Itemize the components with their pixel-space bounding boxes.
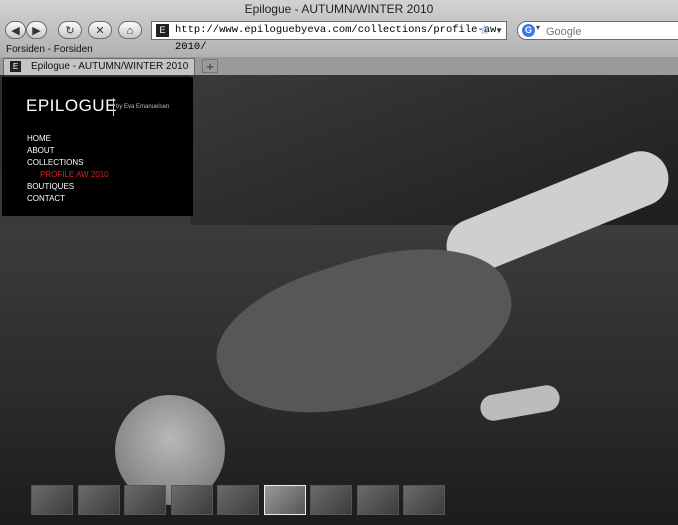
url-dropdown-icon[interactable]: ▼ (495, 22, 503, 39)
gallery-thumbnail[interactable] (263, 485, 306, 515)
logo-divider (113, 98, 114, 116)
gallery-thumbnail[interactable] (217, 485, 259, 515)
stop-icon[interactable]: ✕ (88, 21, 112, 39)
menu-item-collections[interactable]: COLLECTIONS (27, 157, 109, 169)
bookmark-star-icon[interactable]: ☆ (479, 22, 490, 39)
tab-bar: E Epilogue - AUTUMN/WINTER 2010 + (0, 57, 678, 75)
forward-arrow-icon[interactable]: ▶ (26, 21, 47, 39)
page-content: EPILOGUE by Eva Emanuelsen HOME ABOUT CO… (0, 75, 678, 525)
browser-chrome: Epilogue - AUTUMN/WINTER 2010 ◀ ▶ ↻ ✕ ⌂ … (0, 0, 678, 76)
tab-label: Epilogue - AUTUMN/WINTER 2010 (31, 61, 189, 72)
site-logo-subtitle: by Eva Emanuelsen (116, 104, 170, 110)
home-icon[interactable]: ⌂ (118, 21, 142, 39)
gallery-thumbnail[interactable] (124, 485, 166, 515)
gallery-thumbnail[interactable] (310, 485, 352, 515)
site-logo[interactable]: EPILOGUE (26, 96, 117, 116)
menu-item-boutiques[interactable]: BOUTIQUES (27, 181, 109, 193)
address-bar[interactable]: E http://www.epiloguebyeva.com/collectio… (151, 21, 507, 53)
site-menu: HOME ABOUT COLLECTIONS PROFILE AW 2010 B… (27, 133, 109, 205)
new-tab-icon[interactable]: + (202, 59, 218, 73)
site-favicon-icon: E (156, 24, 169, 37)
browser-toolbar: ◀ ▶ ↻ ✕ ⌂ E http://www.epiloguebyeva.com… (0, 18, 678, 53)
tab-favicon-icon: E (10, 61, 21, 72)
google-icon[interactable]: G (522, 24, 535, 37)
back-arrow-icon[interactable]: ◀ (5, 21, 26, 39)
menu-item-home[interactable]: HOME (27, 133, 109, 145)
gallery-thumbnail[interactable] (170, 485, 213, 515)
search-box[interactable]: G ▾ (517, 21, 678, 40)
site-nav-panel: EPILOGUE by Eva Emanuelsen HOME ABOUT CO… (2, 77, 193, 216)
gallery-thumbnail[interactable] (77, 485, 120, 515)
menu-item-about[interactable]: ABOUT (27, 145, 109, 157)
window-title: Epilogue - AUTUMN/WINTER 2010 (244, 2, 434, 16)
search-engine-dropdown-icon[interactable]: ▾ (536, 23, 540, 32)
search-input[interactable] (544, 23, 678, 40)
bookmark-item[interactable]: Forsiden - Forsiden (6, 44, 93, 55)
menu-item-contact[interactable]: CONTACT (27, 193, 109, 205)
bookmarks-bar: Forsiden - Forsiden (0, 42, 678, 57)
tab-epilogue[interactable]: E Epilogue - AUTUMN/WINTER 2010 (3, 58, 195, 75)
menu-item-profile-aw-2010[interactable]: PROFILE AW 2010 (27, 169, 109, 181)
gallery-thumbnail[interactable] (31, 485, 73, 515)
gallery-thumbnail[interactable] (403, 485, 445, 515)
gallery-thumbnail[interactable] (356, 485, 399, 515)
reload-icon[interactable]: ↻ (58, 21, 82, 39)
